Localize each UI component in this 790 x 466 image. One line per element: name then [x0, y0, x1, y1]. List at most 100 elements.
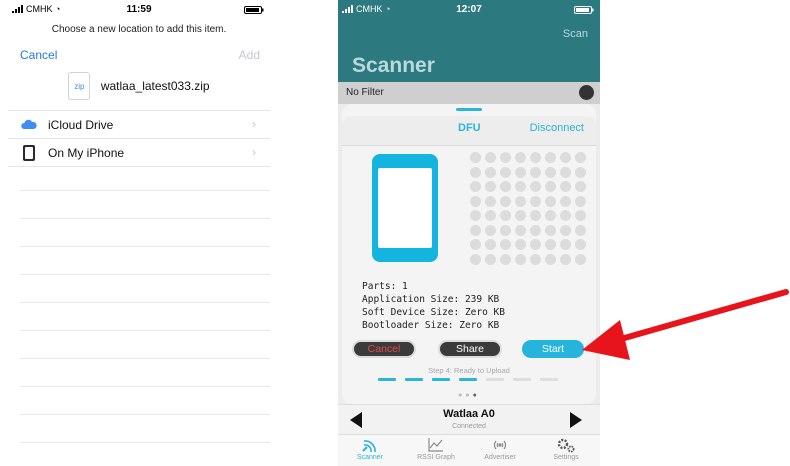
- start-button[interactable]: Start: [522, 340, 584, 358]
- tab-label: Advertiser: [484, 454, 516, 461]
- tab-settings[interactable]: Settings: [538, 437, 594, 461]
- next-device-icon[interactable]: [570, 412, 582, 428]
- matrix-dot: [575, 195, 586, 207]
- matrix-dot: [530, 210, 541, 221]
- add-button[interactable]: Add: [239, 48, 260, 62]
- device-dot-matrix-graphic: [470, 152, 590, 268]
- device-name: Watlaa A0: [443, 408, 495, 420]
- matrix-dot: [575, 181, 586, 192]
- location-item-on-my-iphone[interactable]: On My iPhone ›: [8, 139, 270, 167]
- clock: 12:07: [456, 4, 482, 15]
- progress-step-done: [378, 378, 396, 381]
- rssi-graph-icon: [428, 438, 443, 452]
- file-name: watlaa_latest033.zip: [100, 79, 210, 93]
- device-screen-graphic: [378, 168, 432, 248]
- matrix-dot: [485, 224, 496, 236]
- cancel-button[interactable]: Cancel: [20, 48, 57, 62]
- tab-dfu[interactable]: DFU: [458, 122, 481, 134]
- scanner-header: CMHK ◔ 12:07 Scan Scanner: [338, 0, 600, 82]
- tab-advertiser[interactable]: Advertiser: [472, 437, 528, 461]
- matrix-dot: [545, 210, 556, 221]
- matrix-dot: [515, 152, 526, 163]
- matrix-dot: [485, 166, 496, 178]
- info-bootloader-size: Bootloader Size: Zero KB: [362, 320, 500, 331]
- matrix-dot: [515, 181, 526, 192]
- icloud-icon: [21, 119, 37, 129]
- matrix-dot: [545, 181, 556, 192]
- matrix-dot: [500, 239, 511, 250]
- matrix-dot: [470, 195, 481, 207]
- list-divider: [20, 246, 270, 247]
- progress-step-pending: [486, 378, 504, 381]
- matrix-dot: [470, 181, 481, 192]
- matrix-dot: [530, 166, 541, 178]
- settings-icon: [557, 438, 575, 453]
- dfu-sheet: DFU Disconnect Parts: 1 Application Size…: [342, 104, 596, 404]
- tab-label: Settings: [553, 454, 579, 461]
- matrix-dot: [545, 152, 556, 163]
- device-bar: Watlaa A0 Connected: [338, 404, 600, 434]
- list-divider: [20, 190, 270, 191]
- matrix-dot: [560, 195, 571, 207]
- tab-rssi-graph[interactable]: RSSI Graph: [408, 437, 464, 461]
- matrix-dot: [560, 152, 571, 163]
- matrix-dot: [545, 253, 556, 265]
- matrix-dot: [485, 210, 496, 221]
- step-progress: [378, 378, 564, 381]
- matrix-dot: [560, 210, 571, 221]
- matrix-dot: [575, 224, 586, 236]
- battery-icon: [574, 6, 594, 14]
- matrix-dot: [545, 224, 556, 236]
- matrix-dot: [485, 239, 496, 250]
- matrix-dot: [470, 253, 481, 265]
- matrix-dot: [500, 210, 511, 221]
- matrix-dot: [560, 166, 571, 178]
- matrix-dot: [530, 195, 541, 207]
- step-status: Step 4: Ready to Upload: [428, 366, 510, 375]
- matrix-dot: [545, 239, 556, 250]
- matrix-dot: [560, 224, 571, 236]
- progress-step-done: [432, 378, 450, 381]
- bottom-tab-bar: Scanner RSSI Graph Advertiser Settings: [338, 434, 600, 466]
- status-bar: CMHK ◔ 12:07: [338, 0, 600, 20]
- matrix-dot: [560, 239, 571, 250]
- picker-nav-bar: Cancel Add: [8, 46, 270, 68]
- file-row: zip watlaa_latest033.zip: [8, 72, 270, 108]
- filter-label: No Filter: [346, 87, 384, 98]
- page-dot-active: ●: [472, 392, 480, 399]
- matrix-dot: [560, 253, 571, 265]
- location-item-icloud-drive[interactable]: iCloud Drive ›: [8, 111, 270, 139]
- filter-toggle-icon[interactable]: [579, 85, 594, 100]
- battery-icon: [244, 6, 264, 14]
- matrix-dot: [470, 239, 481, 250]
- matrix-dot: [575, 253, 586, 265]
- disconnect-button[interactable]: Disconnect: [530, 122, 584, 134]
- matrix-dot: [545, 195, 556, 207]
- device-status: Connected: [452, 423, 486, 430]
- zip-file-icon: zip: [68, 72, 91, 100]
- matrix-dot: [470, 166, 481, 178]
- tab-label: Scanner: [356, 454, 384, 461]
- matrix-dot: [575, 239, 586, 250]
- matrix-dot: [530, 152, 541, 163]
- advertiser-icon: [493, 440, 507, 450]
- matrix-dot: [530, 253, 541, 265]
- matrix-dot: [515, 224, 526, 236]
- matrix-dot: [470, 224, 481, 236]
- sheet-grabber[interactable]: [456, 108, 482, 111]
- matrix-dot: [575, 210, 586, 221]
- progress-step-done: [405, 378, 423, 381]
- dfu-cancel-button[interactable]: Cancel: [352, 340, 416, 358]
- filter-bar[interactable]: No Filter: [338, 82, 600, 104]
- matrix-dot: [515, 253, 526, 265]
- matrix-dot: [500, 152, 511, 163]
- chevron-right-icon: ›: [252, 117, 256, 131]
- matrix-dot: [500, 224, 511, 236]
- info-application-size: Application Size: 239 KB: [362, 294, 500, 305]
- scanner-icon: [362, 440, 376, 453]
- share-button[interactable]: Share: [438, 340, 502, 358]
- matrix-dot: [515, 166, 526, 178]
- location-label: iCloud Drive: [48, 118, 114, 132]
- tab-scanner[interactable]: Scanner: [342, 437, 398, 461]
- scan-button[interactable]: Scan: [563, 28, 588, 40]
